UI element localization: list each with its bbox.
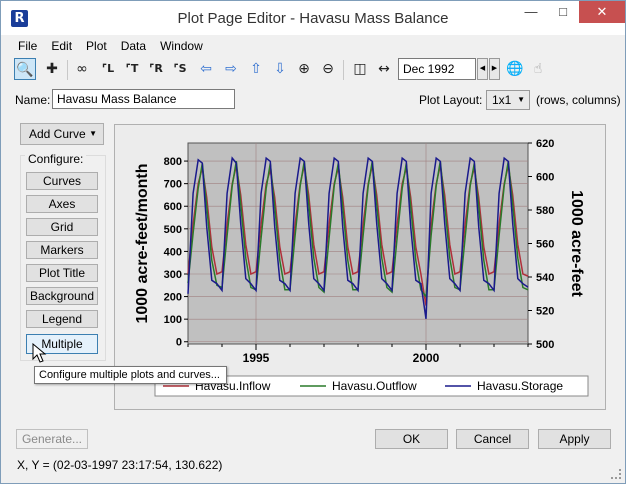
add-curve-label: Add Curve [29,127,86,141]
axis-scale-s-icon[interactable]: ⌜S [169,58,191,80]
menu-plot[interactable]: Plot [79,36,114,56]
link-icon[interactable]: ∞ [71,58,93,80]
apply-button[interactable]: Apply [538,429,611,449]
arrow-left-icon[interactable]: ⇦ [195,58,217,80]
close-button[interactable]: ✕ [579,1,625,23]
y-left-tick-label: 700 [164,179,182,191]
minimize-button[interactable]: — [515,1,547,23]
plot-layout-hint: (rows, columns) [536,93,621,107]
y-left-tick-label: 0 [176,337,182,349]
axis-scale-l-icon[interactable]: ⌜L [97,58,119,80]
date-next-button[interactable]: ▶ [489,58,500,80]
markers-button[interactable]: Markers [26,241,98,259]
globe-icon[interactable]: 🌐 [504,58,526,80]
legend-entry: Havasu.Outflow [332,379,417,393]
chevron-down-icon: ▼ [89,129,97,138]
y-right-axis-label: 1000 acre-feet [568,190,585,297]
axes-button[interactable]: Axes [26,195,98,213]
y-left-tick-label: 800 [164,156,182,168]
y-left-tick-label: 200 [164,292,182,304]
x-tick-label: 1995 [243,351,270,365]
cancel-button[interactable]: Cancel [456,429,529,449]
collapse-icon[interactable]: ↔ [373,58,395,80]
y-left-tick-label: 500 [164,224,182,236]
crosshair-icon[interactable]: ✚ [41,58,63,80]
legend-button[interactable]: Legend [26,310,98,328]
grid-button[interactable]: Grid [26,218,98,236]
name-field[interactable]: Havasu Mass Balance [52,89,235,109]
y-right-tick-label: 500 [536,339,554,351]
ok-button[interactable]: OK [375,429,448,449]
y-right-tick-label: 580 [536,205,554,217]
date-field[interactable]: Dec 1992 [398,58,476,80]
resize-grip-icon[interactable] [611,469,621,479]
y-left-tick-label: 300 [164,269,182,281]
y-right-tick-label: 560 [536,239,554,251]
plot-title-button[interactable]: Plot Title [26,264,98,282]
y-left-axis-label: 1000 acre-feet/month [134,163,151,323]
zoom-icon[interactable]: 🔍 [14,58,36,80]
plot-layout-select[interactable]: 1x1 ▼ [486,90,530,110]
arrow-up-icon[interactable]: ⇧ [245,58,267,80]
y-right-tick-label: 520 [536,306,554,318]
y-left-tick-label: 600 [164,201,182,213]
plot-area [187,142,529,345]
tooltip: Configure multiple plots and curves... [34,366,227,384]
arrow-right-icon[interactable]: ⇨ [220,58,242,80]
arrow-down-icon[interactable]: ⇩ [269,58,291,80]
toolbar-separator [343,60,344,80]
chevron-down-icon: ▼ [517,95,525,104]
menu-edit[interactable]: Edit [44,36,79,56]
background-button[interactable]: Background [26,287,98,305]
legend-entry: Havasu.Storage [477,379,563,393]
name-label: Name: [15,93,51,107]
zoom-in-icon[interactable]: ⊕ [293,58,315,80]
mouse-cursor-icon [32,343,47,363]
y-left-tick-label: 400 [164,246,182,258]
add-curve-button[interactable]: Add Curve ▼ [20,123,104,145]
configure-title: Configure: [25,152,87,166]
toolbar-separator [67,60,68,80]
y-left-tick-label: 100 [164,314,182,326]
y-right-tick-label: 600 [536,172,554,184]
cursor-pin-icon[interactable]: ☝ [527,58,549,80]
maximize-button[interactable]: □ [547,1,579,23]
menu-window[interactable]: Window [153,36,210,56]
x-tick-label: 2000 [413,351,440,365]
date-prev-button[interactable]: ◀ [477,58,488,80]
status-text: X, Y = (02-03-1997 23:17:54, 130.622) [17,458,223,472]
y-right-tick-label: 620 [536,138,554,150]
axis-scale-t-icon[interactable]: ⌜T [121,58,143,80]
split-icon[interactable]: ◫ [349,58,371,80]
plot-layout-label: Plot Layout: [419,93,483,107]
menu-data[interactable]: Data [114,36,153,56]
menu-bar: File Edit Plot Data Window [1,36,625,56]
plot-page-editor-window: R Plot Page Editor - Havasu Mass Balance… [0,0,626,484]
curves-button[interactable]: Curves [26,172,98,190]
plot-layout-value: 1x1 [492,93,512,107]
generate-button[interactable]: Generate... [16,429,88,449]
menu-file[interactable]: File [11,36,44,56]
zoom-out-icon[interactable]: ⊖ [317,58,339,80]
y-right-tick-label: 540 [536,272,554,284]
axis-scale-r-icon[interactable]: ⌜R [145,58,167,80]
title-bar: R Plot Page Editor - Havasu Mass Balance… [1,1,625,35]
